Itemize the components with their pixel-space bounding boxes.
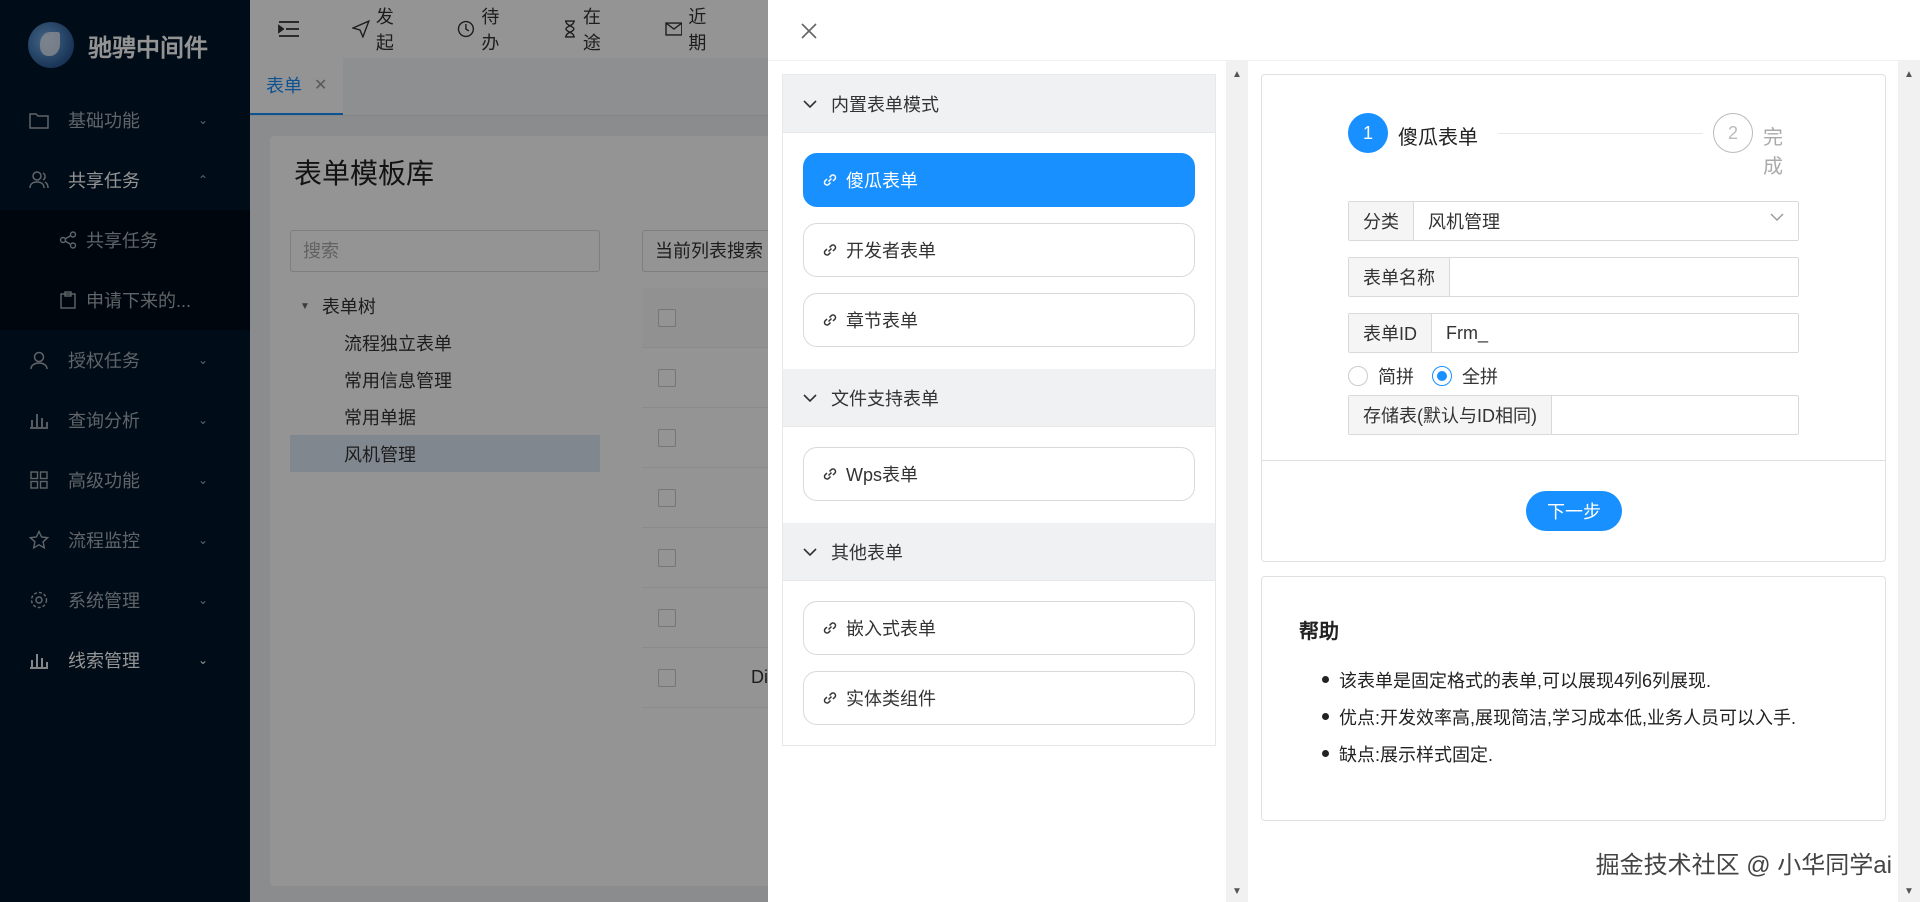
- new-form-drawer: 内置表单模式 傻瓜表单 开发者表单 章节表单 文件支持表单 Wps表单 其他表单…: [768, 0, 1920, 902]
- radio-circle-checked[interactable]: [1432, 366, 1452, 386]
- watermark: 掘金技术社区 @ 小华同学ai: [1595, 852, 1892, 879]
- scroll-up-icon[interactable]: ▲: [1226, 65, 1248, 83]
- radio-label: 简拼: [1378, 367, 1414, 387]
- form-type-chapter[interactable]: 章节表单: [803, 293, 1195, 347]
- step-1-indicator: 1: [1348, 113, 1388, 153]
- create-form-wizard: 1 傻瓜表单 2 完成 分类 风机管理 表单名称 表单ID Frm_ 简拼 全拼…: [1261, 74, 1886, 562]
- group-title: 内置表单模式: [831, 94, 939, 115]
- group-header-file[interactable]: 文件支持表单: [783, 369, 1215, 427]
- link-icon: [822, 172, 838, 188]
- radio-circle[interactable]: [1348, 366, 1368, 386]
- chevron-down-icon: [803, 393, 817, 403]
- help-item: 缺点:展示样式固定.: [1322, 735, 1796, 772]
- help-title: 帮助: [1299, 621, 1339, 643]
- chevron-down-icon: [1770, 212, 1784, 222]
- storage-table-row: 存储表(默认与ID相同): [1348, 395, 1799, 435]
- form-type-label: 开发者表单: [846, 241, 936, 261]
- help-item: 该表单是固定格式的表单,可以展现4列6列展现.: [1322, 661, 1796, 698]
- category-select[interactable]: 风机管理: [1414, 202, 1798, 240]
- form-id-input[interactable]: Frm_: [1432, 314, 1798, 352]
- help-item: 优点:开发效率高,展现简洁,学习成本低,业务人员可以入手.: [1322, 698, 1796, 735]
- form-type-label: 傻瓜表单: [846, 171, 918, 191]
- form-id-label: 表单ID: [1349, 314, 1432, 352]
- form-name-label: 表单名称: [1349, 258, 1450, 296]
- chevron-down-icon: [803, 547, 817, 557]
- step-2-label: 完成: [1763, 127, 1783, 178]
- form-name-input[interactable]: [1450, 258, 1798, 296]
- link-icon: [822, 466, 838, 482]
- form-type-label: 嵌入式表单: [846, 619, 936, 639]
- link-icon: [822, 690, 838, 706]
- radio-label: 全拼: [1462, 367, 1498, 387]
- scroll-down-icon[interactable]: ▼: [1226, 882, 1248, 900]
- panel-scrollbar[interactable]: ▲ ▼: [1898, 61, 1920, 902]
- steps: 1 傻瓜表单 2 完成: [1348, 111, 1798, 178]
- form-type-simple[interactable]: 傻瓜表单: [803, 153, 1195, 207]
- category-row: 分类 风机管理: [1348, 201, 1799, 241]
- group-header-other[interactable]: 其他表单: [783, 523, 1215, 581]
- divider: [1262, 460, 1885, 461]
- step-connector: [1498, 133, 1703, 134]
- group-body-other: 嵌入式表单 实体类组件: [783, 581, 1215, 747]
- link-icon: [822, 620, 838, 636]
- storage-table-label: 存储表(默认与ID相同): [1349, 396, 1552, 434]
- form-type-label: Wps表单: [846, 465, 918, 485]
- radio-full-pinyin[interactable]: 全拼: [1432, 363, 1498, 389]
- step-1-label: 傻瓜表单: [1398, 127, 1478, 149]
- help-list: 该表单是固定格式的表单,可以展现4列6列展现. 优点:开发效率高,展现简洁,学习…: [1322, 661, 1796, 772]
- scroll-down-icon[interactable]: ▼: [1898, 882, 1920, 900]
- form-type-wps[interactable]: Wps表单: [803, 447, 1195, 501]
- category-value: 风机管理: [1428, 212, 1500, 232]
- form-type-developer[interactable]: 开发者表单: [803, 223, 1195, 277]
- modal-mask[interactable]: [0, 0, 768, 902]
- group-title: 文件支持表单: [831, 388, 939, 409]
- form-name-row: 表单名称: [1348, 257, 1799, 297]
- radio-simple-pinyin[interactable]: 简拼: [1348, 363, 1414, 389]
- category-label: 分类: [1349, 202, 1414, 240]
- form-type-entity[interactable]: 实体类组件: [803, 671, 1195, 725]
- catalog-scrollbar[interactable]: ▲ ▼: [1226, 61, 1248, 902]
- group-body-builtin: 傻瓜表单 开发者表单 章节表单: [783, 133, 1215, 369]
- chevron-down-icon: [803, 99, 817, 109]
- drawer-header: [768, 0, 1920, 61]
- link-icon: [822, 242, 838, 258]
- form-type-label: 章节表单: [846, 311, 918, 331]
- form-type-catalog: 内置表单模式 傻瓜表单 开发者表单 章节表单 文件支持表单 Wps表单 其他表单…: [782, 74, 1216, 746]
- next-step-button[interactable]: 下一步: [1526, 491, 1622, 531]
- scroll-up-icon[interactable]: ▲: [1898, 65, 1920, 83]
- group-body-file: Wps表单: [783, 427, 1215, 523]
- form-type-embedded[interactable]: 嵌入式表单: [803, 601, 1195, 655]
- storage-table-input[interactable]: [1552, 396, 1798, 434]
- help-panel: 帮助 该表单是固定格式的表单,可以展现4列6列展现. 优点:开发效率高,展现简洁…: [1261, 576, 1886, 821]
- form-type-label: 实体类组件: [846, 689, 936, 709]
- step-2-indicator: 2: [1713, 113, 1753, 153]
- form-id-row: 表单ID Frm_: [1348, 313, 1799, 353]
- link-icon: [822, 312, 838, 328]
- pinyin-mode-radios: 简拼 全拼: [1348, 361, 1516, 391]
- group-title: 其他表单: [831, 542, 903, 563]
- group-header-builtin[interactable]: 内置表单模式: [783, 75, 1215, 133]
- close-icon[interactable]: [796, 18, 822, 44]
